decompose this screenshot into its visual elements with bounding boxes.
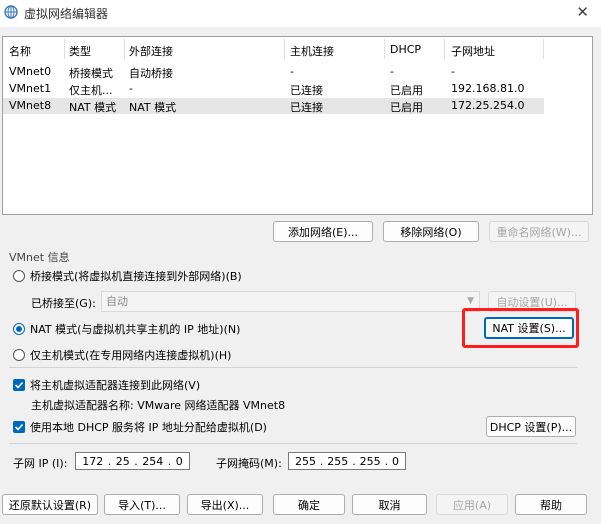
bridged-mode-label: 桥接模式(将虚拟机直接连接到外部网络)(B) xyxy=(30,270,242,283)
cell-subnet: 172.25.254.0 xyxy=(451,99,525,112)
radio-unchecked[interactable] xyxy=(13,270,25,282)
checkbox-checked[interactable] xyxy=(13,379,25,391)
remove-network-button[interactable]: 移除网络(O) xyxy=(383,221,479,242)
subnet-ip-input[interactable]: 172. 25. 254. 0 xyxy=(75,452,190,470)
add-network-button[interactable]: 添加网络(E)... xyxy=(273,221,373,242)
cell-host: 已连接 xyxy=(290,101,323,114)
dhcp-settings-button[interactable]: DHCP 设置(P)... xyxy=(486,416,576,437)
cell-type: NAT 模式 xyxy=(69,101,117,114)
use-dhcp-checkbox[interactable]: 使用本地 DHCP 服务将 IP 地址分配给虚拟机(D) xyxy=(13,419,267,435)
check-icon xyxy=(14,423,24,431)
rename-network-button[interactable]: 重命名网络(W)... xyxy=(489,221,589,242)
help-button[interactable]: 帮助 xyxy=(515,494,587,515)
use-dhcp-label: 使用本地 DHCP 服务将 IP 地址分配给虚拟机(D) xyxy=(30,421,267,434)
radio-checked[interactable] xyxy=(13,323,25,335)
cell-type: 仅主机... xyxy=(69,84,113,97)
mask-octet: 255 xyxy=(327,454,349,468)
cell-external: NAT 模式 xyxy=(129,101,177,114)
table-row[interactable]: VMnet1 仅主机... - 已连接 已启用 192.168.81.0 xyxy=(3,81,544,97)
bridged-to-label: 已桥接至(G): xyxy=(31,297,96,310)
checkbox-checked[interactable] xyxy=(13,421,25,433)
nat-mode-label: NAT 模式(与虚拟机共享主机的 IP 地址)(N) xyxy=(30,323,241,336)
bridged-to-select[interactable]: 自动 ▼ xyxy=(101,291,480,312)
host-only-mode-label: 仅主机模式(在专用网络内连接虚拟机)(H) xyxy=(30,349,232,362)
cell-host: - xyxy=(290,65,294,78)
ip-octet: 254 xyxy=(142,454,164,468)
divider xyxy=(9,443,577,444)
mask-octet: 255 xyxy=(294,454,316,468)
network-app-icon xyxy=(4,5,18,19)
connect-host-adapter-label: 将主机虚拟适配器连接到此网络(V) xyxy=(30,379,201,392)
host-adapter-name: 主机虚拟适配器名称: VMware 网络适配器 VMnet8 xyxy=(31,399,286,412)
column-header-external[interactable]: 外部连接 xyxy=(129,43,173,59)
window-title: 虚拟网络编辑器 xyxy=(24,7,109,21)
chevron-down-icon: ▼ xyxy=(467,296,474,306)
table-row[interactable]: VMnet0 桥接模式 自动桥接 - - - xyxy=(3,64,544,80)
subnet-mask-label: 子网掩码(M): xyxy=(216,457,282,470)
bridged-to-value: 自动 xyxy=(106,295,128,308)
nat-mode-radio[interactable]: NAT 模式(与虚拟机共享主机的 IP 地址)(N) xyxy=(13,321,240,337)
cell-external: - xyxy=(129,82,133,95)
table-header: 名称 类型 外部连接 主机连接 DHCP 子网地址 xyxy=(3,37,592,63)
vmnet-info-title: VMnet 信息 xyxy=(9,251,70,264)
column-header-subnet[interactable]: 子网地址 xyxy=(451,43,495,59)
import-button[interactable]: 导入(T)... xyxy=(104,494,180,515)
column-header-host-connection[interactable]: 主机连接 xyxy=(290,43,334,59)
title-bar: 虚拟网络编辑器 ✕ xyxy=(0,0,601,27)
cell-name: VMnet8 xyxy=(9,99,52,112)
ip-octet: 0 xyxy=(175,454,183,468)
subnet-mask-input[interactable]: 255. 255. 255. 0 xyxy=(288,452,406,470)
nat-settings-button[interactable]: NAT 设置(S)... xyxy=(484,317,574,339)
cell-name: VMnet0 xyxy=(9,65,52,78)
ip-octet: 25 xyxy=(115,454,130,468)
host-only-mode-radio[interactable]: 仅主机模式(在专用网络内连接虚拟机)(H) xyxy=(13,347,231,363)
radio-unchecked[interactable] xyxy=(13,349,25,361)
cell-dhcp: 已启用 xyxy=(390,101,423,114)
ip-octet: 172 xyxy=(82,454,104,468)
column-header-type[interactable]: 类型 xyxy=(69,43,91,59)
column-header-name[interactable]: 名称 xyxy=(9,43,31,59)
close-icon[interactable]: ✕ xyxy=(576,3,589,21)
cancel-button[interactable]: 取消 xyxy=(352,494,427,515)
check-icon xyxy=(14,381,24,389)
cell-dhcp: - xyxy=(390,65,394,78)
cell-subnet: 192.168.81.0 xyxy=(451,82,525,95)
divider xyxy=(9,367,577,368)
cell-dhcp: 已启用 xyxy=(390,84,423,97)
connect-host-adapter-checkbox[interactable]: 将主机虚拟适配器连接到此网络(V) xyxy=(13,377,200,393)
mask-octet: 0 xyxy=(391,454,399,468)
column-header-dhcp[interactable]: DHCP xyxy=(390,43,421,56)
bridged-mode-radio[interactable]: 桥接模式(将虚拟机直接连接到外部网络)(B) xyxy=(13,268,242,284)
subnet-ip-label: 子网 IP (I): xyxy=(13,457,68,470)
cell-name: VMnet1 xyxy=(9,82,52,95)
cell-host: 已连接 xyxy=(290,84,323,97)
cell-external: 自动桥接 xyxy=(129,67,173,80)
restore-defaults-button[interactable]: 还原默认设置(R) xyxy=(2,494,98,515)
table-row-selected[interactable]: VMnet8 NAT 模式 NAT 模式 已连接 已启用 172.25.254.… xyxy=(3,98,544,114)
mask-octet: 255 xyxy=(359,454,381,468)
cell-subnet: - xyxy=(451,65,455,78)
network-table[interactable]: 名称 类型 外部连接 主机连接 DHCP 子网地址 VMnet0 桥接模式 自动… xyxy=(2,36,593,215)
ok-button[interactable]: 确定 xyxy=(273,494,345,515)
auto-settings-button[interactable]: 自动设置(U)... xyxy=(488,291,576,312)
apply-button[interactable]: 应用(A) xyxy=(436,494,508,515)
cell-type: 桥接模式 xyxy=(69,67,113,80)
export-button[interactable]: 导出(X)... xyxy=(187,494,263,515)
